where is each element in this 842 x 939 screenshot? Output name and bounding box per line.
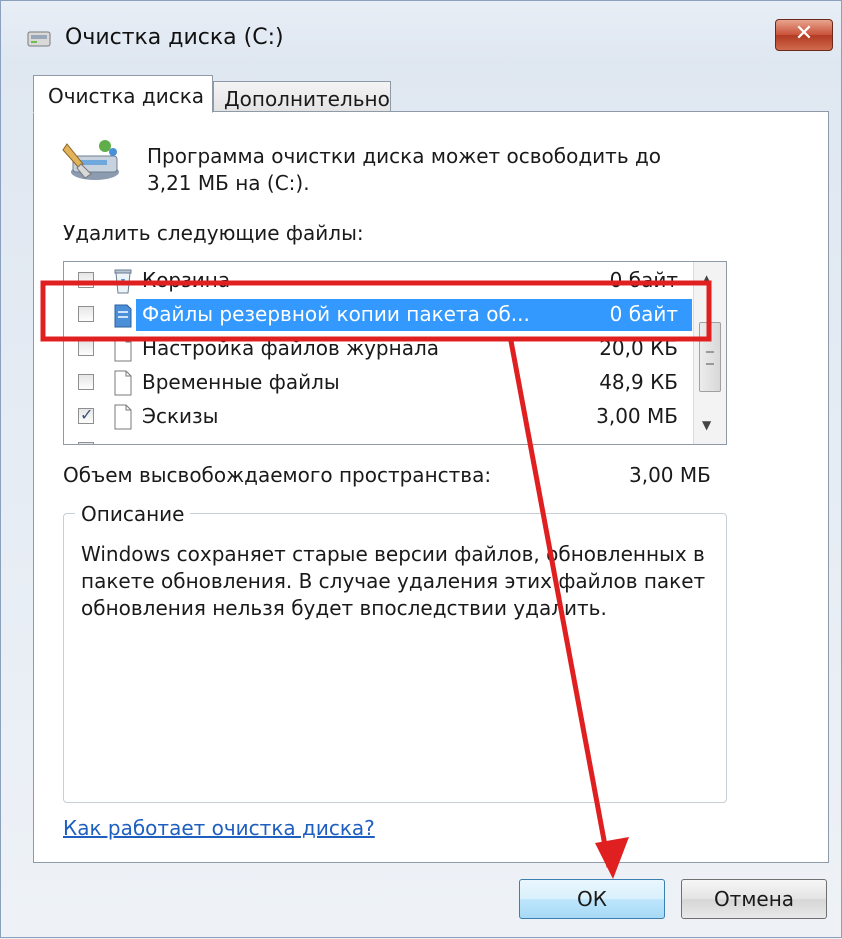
file-name: Временные файлы bbox=[142, 370, 340, 394]
cleanup-summary: Программа очистки диска может освободить… bbox=[147, 144, 662, 195]
list-item[interactable]: Эскизы 3,00 МБ bbox=[64, 400, 704, 434]
checkbox[interactable] bbox=[78, 340, 94, 356]
space-to-free-value: 3,00 МБ bbox=[629, 463, 711, 487]
file-size: 0 байт bbox=[609, 268, 678, 292]
ok-button[interactable]: ОК bbox=[519, 879, 665, 919]
tab-disk-cleanup[interactable]: Очистка диска bbox=[33, 75, 213, 113]
window-title: Очистка диска (C:) bbox=[65, 25, 284, 50]
file-name: Файлы резервной копии пакета об... bbox=[142, 302, 530, 326]
file-icon bbox=[114, 336, 132, 362]
list-item[interactable]: Временные файлы 48,9 КБ bbox=[64, 366, 704, 400]
files-listbox[interactable]: Корзина 0 байт Файлы резервной копии пак… bbox=[63, 261, 727, 445]
list-item[interactable]: Настройка файлов журнала 20,0 КБ bbox=[64, 332, 704, 366]
checkbox[interactable] bbox=[78, 374, 94, 390]
cancel-button[interactable]: Отмена bbox=[681, 879, 827, 919]
scroll-down-icon[interactable]: ▼ bbox=[702, 418, 711, 432]
description-text: Windows сохраняет старые версии файлов, … bbox=[81, 542, 706, 620]
space-to-free-label: Объем высвобождаемого пространства: bbox=[63, 463, 492, 487]
file-name: Корзина bbox=[142, 268, 231, 292]
recycle-bin-icon bbox=[114, 269, 132, 294]
close-icon: ✕ bbox=[794, 21, 814, 46]
list-item-selected[interactable]: Файлы резервной копии пакета об... 0 бай… bbox=[64, 298, 704, 332]
scrollbar-thumb[interactable] bbox=[699, 322, 721, 392]
list-item[interactable]: Корзина 0 байт bbox=[64, 264, 704, 298]
file-size: 48,9 КБ bbox=[599, 370, 678, 394]
checkbox[interactable] bbox=[78, 306, 94, 322]
disk-drive-icon bbox=[27, 31, 51, 47]
file-name: Эскизы bbox=[142, 404, 219, 428]
title-bar[interactable]: Очистка диска (C:) ✕ bbox=[1, 1, 842, 69]
file-icon bbox=[114, 370, 132, 396]
close-button[interactable]: ✕ bbox=[775, 19, 833, 51]
scroll-up-icon[interactable]: ▲ bbox=[702, 272, 711, 286]
file-name: Настройка файлов журнала bbox=[142, 336, 440, 360]
list-scrollbar[interactable]: ▲ ▼ bbox=[693, 262, 726, 444]
checkbox[interactable] bbox=[78, 442, 94, 444]
checkbox[interactable] bbox=[78, 272, 94, 288]
backup-files-icon bbox=[114, 304, 132, 328]
files-list-label: Удалить следующие файлы: bbox=[63, 221, 364, 245]
disk-cleanup-icon bbox=[62, 140, 119, 180]
description-title: Описание bbox=[75, 502, 191, 526]
checkbox-checked[interactable] bbox=[78, 405, 94, 424]
file-icon bbox=[114, 404, 132, 430]
help-link[interactable]: Как работает очистка диска? bbox=[63, 816, 375, 840]
file-size: 0 байт bbox=[609, 302, 678, 326]
file-size: 20,0 КБ bbox=[599, 336, 678, 360]
list-item[interactable] bbox=[64, 434, 704, 444]
tab-more-options[interactable]: Дополнительно bbox=[213, 81, 391, 113]
disk-cleanup-window: Очистка диска (C:) ✕ Очистка диска Допол… bbox=[0, 0, 842, 938]
file-size: 3,00 МБ bbox=[596, 404, 678, 428]
